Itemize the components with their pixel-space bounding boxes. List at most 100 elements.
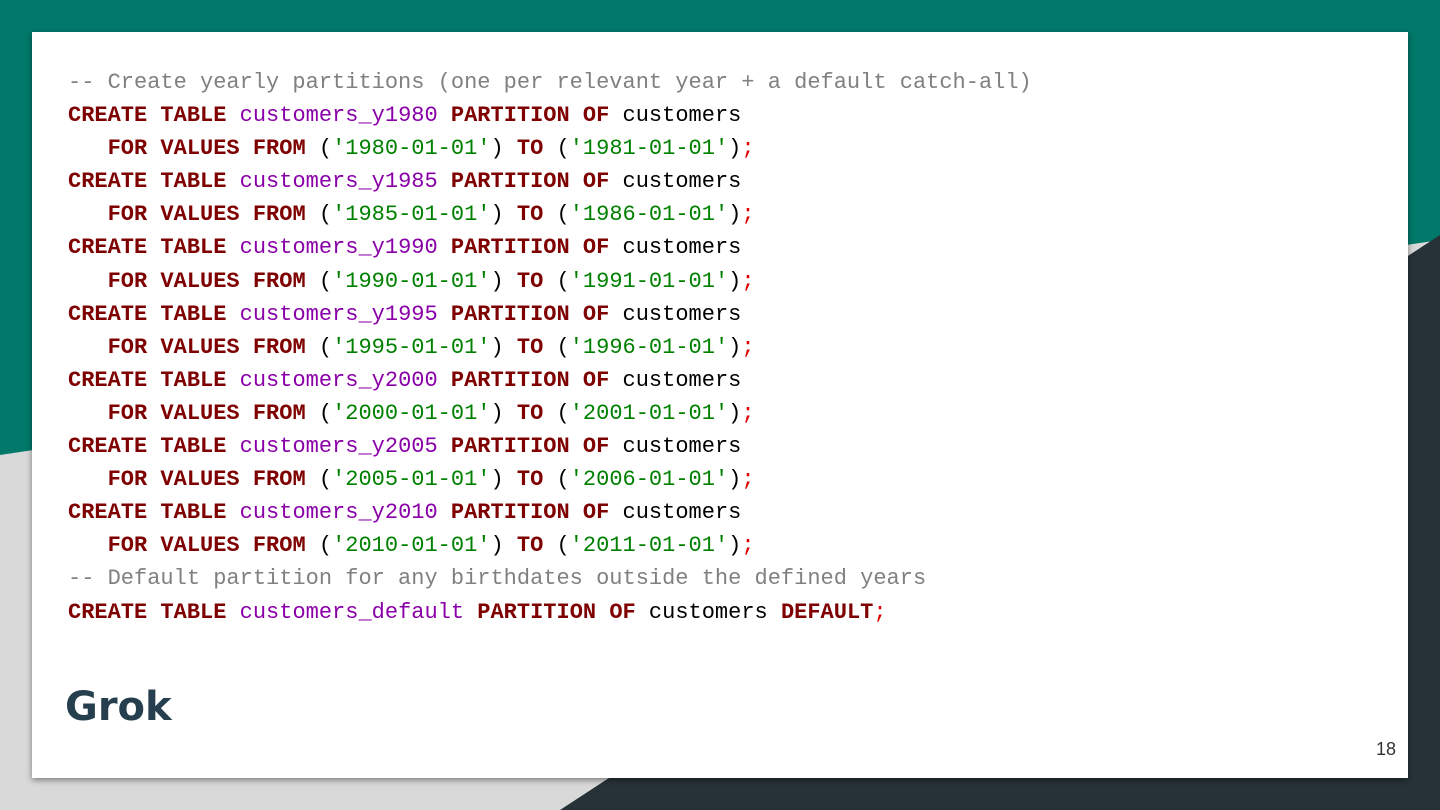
keyword: TABLE	[160, 599, 227, 625]
keyword: FROM	[252, 334, 306, 360]
code-comment-line: -- Create yearly partitions (one per rel…	[68, 66, 1032, 99]
keyword: TO	[516, 268, 544, 294]
code-values-line: FOR VALUES FROM ('2010-01-01') TO ('2011…	[107, 533, 755, 559]
code-values-line: FOR VALUES FROM ('1990-01-01') TO ('1991…	[107, 268, 755, 294]
keyword: FROM	[252, 533, 306, 559]
keyword: TO	[516, 334, 544, 360]
keyword: PARTITION	[450, 367, 570, 393]
keyword: TO	[516, 467, 544, 493]
keyword: FROM	[252, 467, 306, 493]
range-start-string: '1990-01-01'	[332, 268, 491, 294]
keyword: OF	[582, 169, 610, 195]
keyword: PARTITION	[450, 500, 570, 526]
code-create-line: CREATE TABLE customers_y2010 PARTITION O…	[68, 496, 1032, 529]
parent-table-name: customers	[622, 367, 742, 393]
keyword: VALUES	[160, 334, 240, 360]
keyword: TABLE	[160, 301, 227, 327]
keyword: VALUES	[160, 202, 240, 228]
semicolon: ;	[741, 533, 755, 559]
slide-card: -- Create yearly partitions (one per rel…	[32, 32, 1408, 778]
keyword: VALUES	[160, 400, 240, 426]
code-create-line: CREATE TABLE customers_y2005 PARTITION O…	[68, 430, 1032, 463]
partition-table-name: customers_y2000	[239, 367, 438, 393]
keyword: FOR	[107, 334, 148, 360]
semicolon: ;	[741, 334, 755, 360]
keyword: FROM	[252, 202, 306, 228]
keyword: TO	[516, 533, 544, 559]
keyword: FROM	[252, 400, 306, 426]
keyword: OF	[582, 103, 610, 129]
keyword: CREATE	[68, 169, 148, 195]
keyword: FROM	[252, 268, 306, 294]
keyword: TABLE	[160, 500, 227, 526]
keyword: OF	[582, 301, 610, 327]
keyword: FOR	[107, 202, 148, 228]
keyword: PARTITION	[450, 434, 570, 460]
code-create-line: CREATE TABLE customers_y1980 PARTITION O…	[68, 99, 1032, 132]
keyword: PARTITION	[450, 301, 570, 327]
parent-table-name: customers	[622, 500, 742, 526]
keyword: FOR	[107, 533, 148, 559]
code-values-line: FOR VALUES FROM ('1995-01-01') TO ('1996…	[107, 334, 755, 360]
keyword: OF	[609, 599, 636, 625]
keyword: PARTITION	[450, 169, 570, 195]
range-start-string: '2010-01-01'	[332, 533, 491, 559]
default-table-name: customers_default	[239, 599, 465, 625]
range-end-string: '2011-01-01'	[569, 533, 729, 559]
keyword: PARTITION	[450, 103, 570, 129]
keyword: OF	[582, 434, 610, 460]
code-values-line: FOR VALUES FROM ('1985-01-01') TO ('1986…	[107, 202, 755, 228]
keyword: CREATE	[68, 367, 148, 393]
keyword: TABLE	[160, 367, 227, 393]
keyword: CREATE	[68, 235, 148, 261]
keyword: OF	[582, 500, 610, 526]
code-block: -- Create yearly partitions (one per rel…	[68, 66, 1032, 629]
page-number: 18	[1375, 739, 1396, 759]
semicolon: ;	[741, 400, 755, 426]
partition-table-name: customers_y1980	[239, 103, 438, 129]
keyword: VALUES	[160, 268, 240, 294]
semicolon: ;	[741, 202, 755, 228]
keyword: VALUES	[160, 467, 240, 493]
parent-table-name: customers	[622, 301, 742, 327]
parent-table-name: customers	[648, 599, 768, 625]
code-create-line: CREATE TABLE customers_y1990 PARTITION O…	[68, 231, 1032, 264]
parent-table-name: customers	[622, 103, 742, 129]
range-start-string: '2000-01-01'	[332, 400, 491, 426]
range-end-string: '1991-01-01'	[569, 268, 729, 294]
keyword: FROM	[252, 136, 306, 162]
keyword: CREATE	[68, 500, 148, 526]
code-create-line: CREATE TABLE customers_y2000 PARTITION O…	[68, 364, 1032, 397]
code-comment-line: -- Default partition for any birthdates …	[68, 562, 1032, 595]
keyword: FOR	[107, 467, 148, 493]
range-end-string: '2001-01-01'	[569, 400, 729, 426]
keyword: TABLE	[160, 169, 227, 195]
range-start-string: '1980-01-01'	[332, 136, 491, 162]
keyword: CREATE	[68, 434, 148, 460]
code-default-line: CREATE TABLE customers_default PARTITION…	[68, 596, 1032, 629]
keyword: CREATE	[68, 599, 148, 625]
range-end-string: '1981-01-01'	[569, 136, 729, 162]
range-end-string: '1996-01-01'	[569, 334, 729, 360]
partition-table-name: customers_y2005	[239, 434, 438, 460]
semicolon: ;	[741, 136, 755, 162]
parent-table-name: customers	[622, 169, 742, 195]
keyword: OF	[582, 235, 610, 261]
code-values-line: FOR VALUES FROM ('1980-01-01') TO ('1981…	[107, 136, 755, 162]
keyword: TO	[516, 400, 544, 426]
parent-table-name: customers	[622, 434, 742, 460]
semicolon: ;	[741, 467, 755, 493]
code-values-line: FOR VALUES FROM ('2005-01-01') TO ('2006…	[107, 467, 755, 493]
keyword: TO	[516, 136, 544, 162]
partition-table-name: customers_y1995	[239, 301, 438, 327]
partition-table-name: customers_y1985	[239, 169, 438, 195]
code-values-line: FOR VALUES FROM ('2000-01-01') TO ('2001…	[107, 400, 755, 426]
keyword: PARTITION	[450, 235, 570, 261]
keyword: CREATE	[68, 301, 148, 327]
range-start-string: '1985-01-01'	[332, 202, 491, 228]
keyword: DEFAULT	[780, 599, 874, 625]
code-create-line: CREATE TABLE customers_y1985 PARTITION O…	[68, 165, 1032, 198]
keyword: PARTITION	[477, 599, 597, 625]
slide-title: Grok	[65, 684, 172, 730]
code-create-line: CREATE TABLE customers_y1995 PARTITION O…	[68, 298, 1032, 331]
